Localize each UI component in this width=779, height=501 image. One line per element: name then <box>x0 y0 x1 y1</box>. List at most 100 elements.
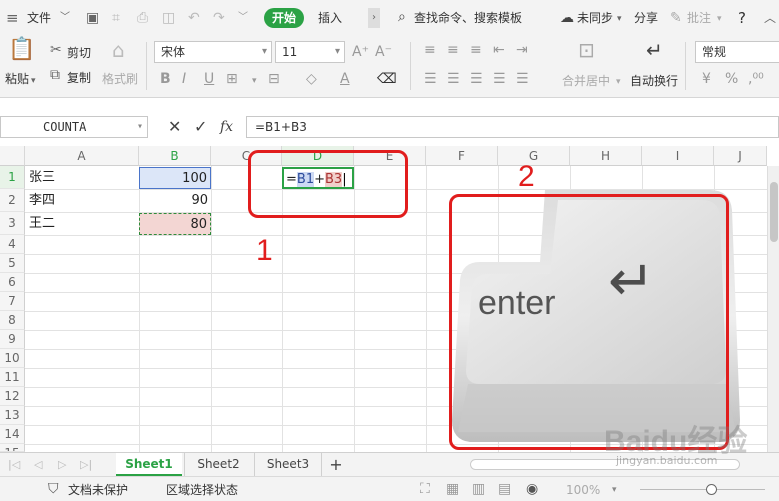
wrap-text-button[interactable]: 自动换行 <box>630 72 678 89</box>
format-painter-icon[interactable]: ⌂ <box>112 40 125 60</box>
chevron-down-icon[interactable]: ▾ <box>31 71 36 91</box>
cut-button[interactable]: 剪切 <box>67 44 91 61</box>
align-top-icon[interactable]: ≡ <box>424 40 436 60</box>
percent-icon[interactable]: % <box>725 69 738 89</box>
cell-a2[interactable]: 李四 <box>26 190 138 212</box>
font-name-select[interactable]: 宋体 ▾ <box>154 41 272 63</box>
chevron-down-icon[interactable]: ﹀ <box>238 8 248 28</box>
merge-center-icon[interactable]: ⊡ <box>578 40 595 60</box>
copy-button[interactable]: 复制 <box>67 69 91 86</box>
row-header[interactable]: 9 <box>0 330 25 349</box>
row-header[interactable]: 4 <box>0 235 25 254</box>
page-break-icon[interactable]: ▥ <box>472 479 485 499</box>
cell-b1[interactable]: 100 <box>139 167 211 189</box>
tab-insert[interactable]: 插入 <box>318 8 342 28</box>
select-all-corner[interactable] <box>0 146 25 166</box>
menu-icon[interactable]: ≡ <box>6 8 19 28</box>
underline-icon[interactable]: U <box>204 69 214 89</box>
font-color-icon[interactable]: A <box>340 69 350 89</box>
annotate-button[interactable]: 批注 <box>687 8 711 28</box>
document-protection-status[interactable]: 文档未保护 <box>68 480 128 500</box>
tab-home[interactable]: 开始 <box>264 8 305 28</box>
row-header[interactable]: 12 <box>0 387 25 406</box>
bold-icon[interactable]: B <box>160 69 171 89</box>
border-icon[interactable]: ⊞ <box>226 69 238 89</box>
export-icon[interactable]: ⌗ <box>112 8 120 28</box>
sheet-tab-sheet3[interactable]: Sheet3 <box>254 453 322 476</box>
cell-a3[interactable]: 王二 <box>26 213 138 235</box>
page-layout-icon[interactable]: ▤ <box>498 479 511 499</box>
number-format-select[interactable]: 常规 <box>695 41 779 63</box>
chevron-down-icon[interactable]: ﹀ <box>60 8 70 28</box>
column-header-f[interactable]: F <box>426 146 498 166</box>
outdent-icon[interactable]: ⇥ <box>516 40 528 60</box>
row-header[interactable]: 8 <box>0 311 25 330</box>
formula-input[interactable]: =B1+B3 <box>246 116 779 138</box>
fill-color-icon[interactable]: ◇ <box>306 69 317 89</box>
save-icon[interactable]: ▣ <box>86 8 99 28</box>
align-center-icon[interactable]: ☰ <box>447 69 460 89</box>
eye-protection-icon[interactable]: ◉ <box>526 479 538 499</box>
row-header[interactable]: 15 <box>0 444 25 452</box>
increase-font-icon[interactable]: A⁺ <box>352 42 369 62</box>
row-header[interactable]: 14 <box>0 425 25 444</box>
preview-icon[interactable]: ◫ <box>162 8 175 28</box>
zoom-slider-thumb[interactable] <box>706 484 717 495</box>
align-bottom-icon[interactable]: ≡ <box>470 40 482 60</box>
normal-view-icon[interactable]: ▦ <box>446 479 459 499</box>
column-header-b[interactable]: B <box>139 146 211 166</box>
chevron-down-icon[interactable]: ▾ <box>717 9 722 29</box>
copy-icon[interactable]: ⧉ <box>50 65 60 85</box>
spreadsheet-grid[interactable]: A B C D E F G H I J 1 2 3 4 5 6 7 8 9 10… <box>0 146 779 452</box>
more-tabs-icon[interactable]: › <box>368 8 380 28</box>
currency-icon[interactable]: ¥ <box>702 69 711 89</box>
justify-icon[interactable]: ☰ <box>493 69 506 89</box>
row-header[interactable]: 5 <box>0 254 25 273</box>
row-header[interactable]: 2 <box>0 189 25 212</box>
prev-sheet-icon[interactable]: ◁ <box>34 455 42 475</box>
column-header-h[interactable]: H <box>570 146 642 166</box>
search-commands[interactable]: 查找命令、搜索模板 <box>414 8 522 28</box>
scissors-icon[interactable]: ✂ <box>50 40 62 60</box>
chevron-down-icon[interactable]: ▾ <box>252 71 257 91</box>
row-header[interactable]: 11 <box>0 368 25 387</box>
chevron-down-icon[interactable]: ▾ <box>612 480 617 500</box>
print-icon[interactable]: ⎙ <box>137 8 148 28</box>
row-header[interactable]: 7 <box>0 292 25 311</box>
add-sheet-button[interactable]: + <box>326 453 346 476</box>
collapse-ribbon-icon[interactable]: ︿ <box>764 8 776 28</box>
insert-function-button[interactable]: fx <box>220 117 233 137</box>
align-right-icon[interactable]: ☰ <box>470 69 483 89</box>
column-header-j[interactable]: J <box>714 146 767 166</box>
distribute-icon[interactable]: ☰ <box>516 69 529 89</box>
undo-icon[interactable]: ↶ <box>188 8 200 28</box>
align-middle-icon[interactable]: ≡ <box>447 40 459 60</box>
paste-button[interactable]: 粘贴 <box>5 70 29 87</box>
name-box[interactable]: COUNTA ▾ <box>0 116 148 138</box>
row-header[interactable]: 13 <box>0 406 25 425</box>
italic-icon[interactable]: I <box>182 69 186 89</box>
clipboard-icon[interactable]: 📋 <box>8 39 35 61</box>
chevron-down-icon[interactable]: ▾ <box>616 72 621 92</box>
last-sheet-icon[interactable]: ▷| <box>80 455 92 475</box>
column-header-i[interactable]: I <box>642 146 714 166</box>
thousands-icon[interactable]: ,⁰⁰ <box>748 69 764 89</box>
zoom-slider-track[interactable] <box>640 489 765 490</box>
eraser-icon[interactable]: ⌫ <box>377 69 397 89</box>
zoom-level[interactable]: 100% <box>566 480 600 500</box>
wrap-text-icon[interactable]: ↵ <box>646 40 663 60</box>
merge-center-button[interactable]: 合并居中 <box>562 72 610 89</box>
row-header[interactable]: 6 <box>0 273 25 292</box>
align-left-icon[interactable]: ☰ <box>424 69 437 89</box>
sync-status[interactable]: 未同步 <box>577 8 613 28</box>
file-menu[interactable]: 文件 <box>27 8 51 28</box>
font-size-select[interactable]: 11 ▾ <box>275 41 345 63</box>
redo-icon[interactable]: ↷ <box>213 8 225 28</box>
search-icon[interactable]: ⌕ <box>398 7 406 27</box>
chevron-down-icon[interactable]: ▾ <box>617 9 622 29</box>
chevron-down-icon[interactable]: ▾ <box>137 117 143 137</box>
merge-icon[interactable]: ⊟ <box>268 69 280 89</box>
next-sheet-icon[interactable]: ▷ <box>58 455 66 475</box>
confirm-formula-icon[interactable]: ✓ <box>194 117 207 137</box>
row-header[interactable]: 10 <box>0 349 25 368</box>
